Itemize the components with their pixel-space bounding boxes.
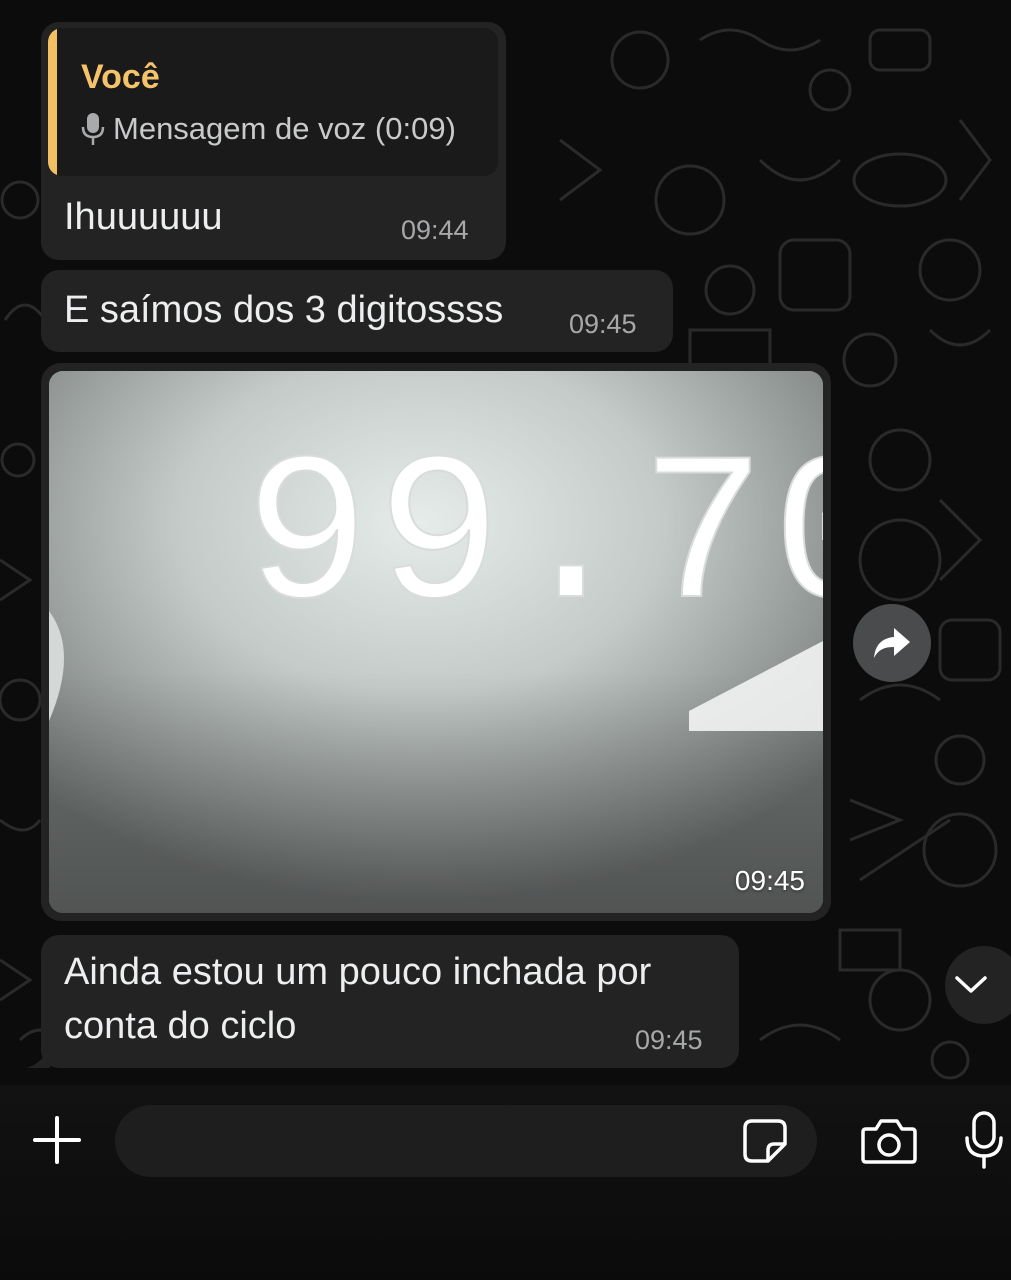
forward-button[interactable] bbox=[853, 604, 931, 682]
attach-button[interactable] bbox=[30, 1113, 84, 1167]
plus-icon bbox=[33, 1116, 81, 1164]
sticker-button[interactable] bbox=[741, 1117, 789, 1165]
composer-bar bbox=[0, 1085, 1011, 1280]
message-input[interactable] bbox=[115, 1105, 817, 1177]
quote-text: Mensagem de voz (0:09) bbox=[113, 111, 456, 146]
message-time: 09:44 bbox=[401, 215, 469, 245]
photo-scale-display[interactable]: 99.70 09:45 bbox=[49, 371, 823, 913]
quote-content: Mensagem de voz (0:09) bbox=[81, 111, 456, 147]
microphone-icon bbox=[81, 113, 105, 145]
message-text: Ihuuuuuu bbox=[64, 196, 223, 238]
message-text-line2: conta do ciclo bbox=[64, 1005, 297, 1047]
bubble-tail bbox=[26, 1046, 50, 1068]
message-text-line1: Ainda estou um pouco inchada por bbox=[64, 951, 652, 993]
quote-author: Você bbox=[81, 58, 160, 96]
message-text: E saímos dos 3 digitossss bbox=[64, 289, 504, 331]
scale-reading: 99.70 bbox=[244, 422, 823, 660]
voice-record-button[interactable] bbox=[962, 1109, 1006, 1171]
photo-time: 09:45 bbox=[734, 865, 805, 896]
share-arrow-icon bbox=[874, 628, 910, 658]
camera-icon bbox=[861, 1119, 917, 1164]
message-time: 09:45 bbox=[569, 309, 637, 339]
message-time: 09:45 bbox=[635, 1025, 703, 1055]
chevron-down-icon bbox=[955, 976, 987, 993]
sticker-icon bbox=[743, 1119, 787, 1163]
quote-accent-bar bbox=[48, 28, 57, 176]
camera-button[interactable] bbox=[858, 1113, 920, 1169]
microphone-icon bbox=[965, 1111, 1003, 1169]
quoted-reply[interactable]: Você Mensagem de voz (0:09) bbox=[48, 28, 498, 176]
photo-image: 99.70 bbox=[49, 371, 823, 913]
